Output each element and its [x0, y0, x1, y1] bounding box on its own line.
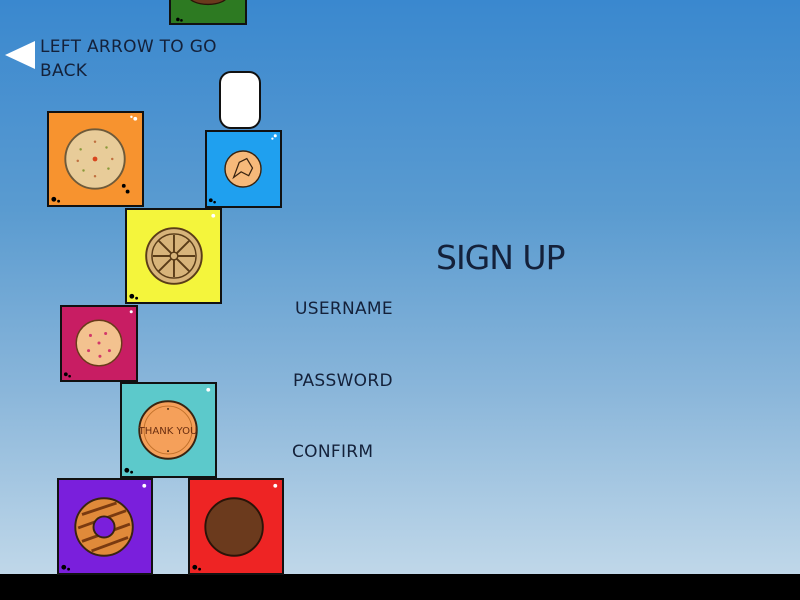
cookie-icon	[176, 0, 226, 22]
back-hint-text: LEFT ARROW TO GO BACK	[40, 37, 217, 81]
cookie-icon	[51, 115, 138, 203]
thank-you-text: THANK YOU	[138, 426, 198, 437]
confirm-label[interactable]: CONFIRM	[292, 442, 373, 462]
password-label[interactable]: PASSWORD	[293, 371, 393, 391]
back-arrow-icon[interactable]	[5, 41, 35, 69]
page-title: SIGN UP	[436, 238, 565, 277]
cookie-icon	[208, 134, 277, 204]
cookie-box-red	[188, 478, 284, 575]
ground	[0, 574, 800, 600]
cookie-icon	[63, 310, 133, 378]
username-label[interactable]: USERNAME	[295, 299, 393, 319]
cookie-box-magenta	[60, 305, 138, 382]
cookie-icon	[61, 483, 147, 571]
cookie-box-green	[169, 0, 247, 25]
pill-block-icon	[219, 71, 261, 129]
cookie-box-orange	[47, 111, 144, 207]
cookie-box-teal: THANK YOU	[120, 382, 217, 478]
cookie-icon	[192, 483, 278, 571]
cookie-box-yellow	[125, 208, 222, 304]
cookie-box-blue	[205, 130, 282, 208]
cookie-icon: THANK YOU	[124, 387, 211, 474]
cookie-box-purple	[57, 478, 153, 575]
cookie-icon	[129, 213, 216, 300]
